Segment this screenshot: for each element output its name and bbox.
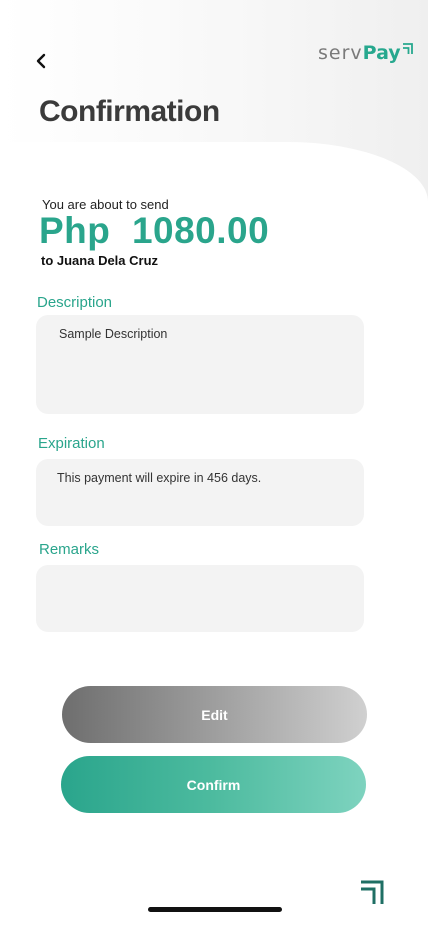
servpay-mark-icon <box>358 878 386 911</box>
amount-value: Php 1080.00 <box>39 210 270 251</box>
remarks-field[interactable] <box>36 565 364 632</box>
back-button[interactable] <box>33 50 51 72</box>
description-label: Description <box>37 294 113 311</box>
chevron-left-icon <box>36 53 46 69</box>
expiration-field: This payment will expire in 456 days. <box>36 459 364 526</box>
recipient-text: to Juana Dela Cruz <box>41 253 159 268</box>
expiration-value: This payment will expire in 456 days. <box>57 471 262 485</box>
page-title: Confirmation <box>39 95 220 128</box>
confirm-button-label: Confirm <box>186 776 241 793</box>
remarks-label: Remarks <box>39 541 100 558</box>
description-field[interactable]: Sample Description <box>36 315 364 414</box>
servpay-logo-mark-icon <box>402 43 413 54</box>
description-value: Sample Description <box>59 327 168 341</box>
brand-suffix: Pay <box>362 42 401 64</box>
servpay-logo: serv Pay <box>318 42 414 68</box>
expiration-label: Expiration <box>38 435 105 452</box>
edit-button[interactable]: Edit <box>62 686 367 743</box>
home-indicator[interactable] <box>148 907 282 912</box>
edit-button-label: Edit <box>201 706 228 723</box>
brand-prefix: serv <box>318 42 363 64</box>
confirm-button[interactable]: Confirm <box>61 756 366 813</box>
